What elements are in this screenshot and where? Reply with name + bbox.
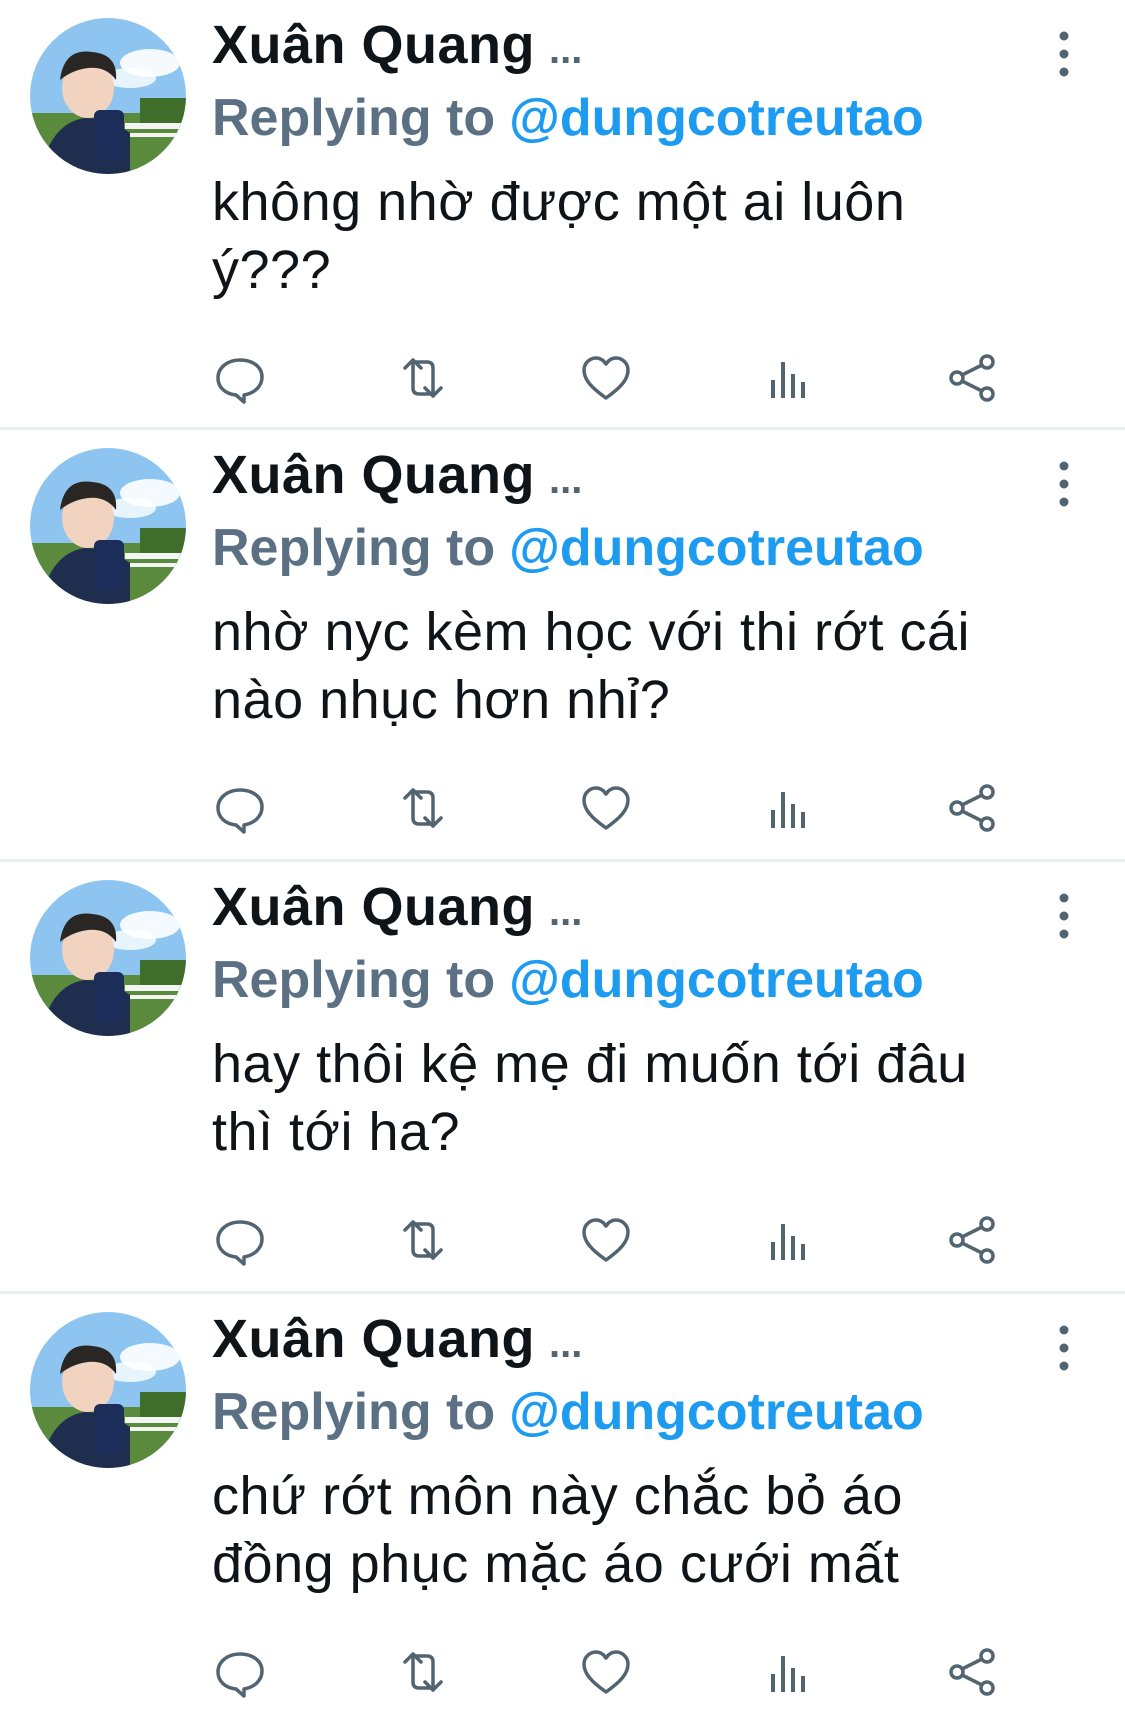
heart-icon[interactable] [578, 780, 634, 836]
reply-handle-link[interactable]: @dungcotreutao [509, 519, 924, 577]
tweet-text-line: thì tới ha? [212, 1102, 461, 1162]
heart-icon[interactable] [578, 350, 634, 406]
avatar[interactable] [30, 1312, 186, 1468]
replying-label: Replying to [212, 951, 496, 1009]
author-name[interactable]: Xuân Quang [212, 877, 535, 937]
tweet-text: nhờ nyc kèm học với thi rớt cái nào nhục… [212, 598, 1092, 734]
avatar[interactable] [30, 18, 186, 174]
analytics-icon[interactable] [761, 1212, 817, 1268]
avatar[interactable] [30, 448, 186, 604]
action-bar [212, 1644, 1002, 1700]
tweet-text: chứ rớt môn này chắc bỏ áo đồng phục mặc… [212, 1462, 1092, 1598]
replying-to: Replying to @dungcotreutao [212, 1382, 924, 1442]
tweet-text-line: nhờ nyc kèm học với thi rớt cái [212, 602, 970, 662]
reply-handle-link[interactable]: @dungcotreutao [509, 89, 924, 147]
reply-icon[interactable] [212, 780, 268, 836]
heart-icon[interactable] [578, 1644, 634, 1700]
action-bar [212, 350, 1002, 406]
username-truncation: ... [549, 890, 583, 934]
tweet-text-line: chứ rớt môn này chắc bỏ áo [212, 1466, 903, 1526]
replying-to: Replying to @dungcotreutao [212, 950, 924, 1010]
tweet-card[interactable]: Xuân Quang... Replying to @dungcotreutao … [0, 0, 1125, 420]
more-vertical-icon[interactable] [1053, 1324, 1075, 1372]
tweet-card[interactable]: Xuân Quang... Replying to @dungcotreutao … [0, 859, 1125, 1282]
reply-icon[interactable] [212, 1644, 268, 1700]
analytics-icon[interactable] [761, 1644, 817, 1700]
replying-label: Replying to [212, 519, 496, 577]
tweet-text: hay thôi kệ mẹ đi muốn tới đâu thì tới h… [212, 1030, 1092, 1166]
reply-handle-link[interactable]: @dungcotreutao [509, 951, 924, 1009]
username-truncation: ... [549, 458, 583, 502]
username-truncation: ... [549, 1322, 583, 1366]
username-truncation: ... [549, 28, 583, 72]
avatar[interactable] [30, 880, 186, 1036]
more-vertical-icon[interactable] [1053, 30, 1075, 78]
tweet-card[interactable]: Xuân Quang... Replying to @dungcotreutao … [0, 427, 1125, 850]
replying-to: Replying to @dungcotreutao [212, 88, 924, 148]
author-name[interactable]: Xuân Quang [212, 445, 535, 505]
reply-handle-link[interactable]: @dungcotreutao [509, 1383, 924, 1441]
action-bar [212, 780, 1002, 836]
reply-icon[interactable] [212, 1212, 268, 1268]
analytics-icon[interactable] [761, 780, 817, 836]
more-vertical-icon[interactable] [1053, 460, 1075, 508]
action-bar [212, 1212, 1002, 1268]
tweet-text-line: ý??? [212, 240, 332, 300]
retweet-icon[interactable] [395, 1212, 451, 1268]
author-name[interactable]: Xuân Quang [212, 1309, 535, 1369]
replying-label: Replying to [212, 1383, 496, 1441]
more-vertical-icon[interactable] [1053, 892, 1075, 940]
tweet-text: không nhờ được một ai luôn ý??? [212, 168, 1092, 304]
tweet-feed: Xuân Quang... Replying to @dungcotreutao … [0, 0, 1125, 1723]
author-name[interactable]: Xuân Quang [212, 15, 535, 75]
retweet-icon[interactable] [395, 1644, 451, 1700]
reply-icon[interactable] [212, 350, 268, 406]
tweet-header: Xuân Quang... [212, 14, 582, 76]
replying-label: Replying to [212, 89, 496, 147]
tweet-header: Xuân Quang... [212, 444, 582, 506]
tweet-card[interactable]: Xuân Quang... Replying to @dungcotreutao … [0, 1291, 1125, 1714]
share-icon[interactable] [945, 350, 1001, 406]
analytics-icon[interactable] [761, 350, 817, 406]
tweet-text-line: nào nhục hơn nhỉ? [212, 670, 671, 730]
retweet-icon[interactable] [395, 780, 451, 836]
tweet-text-line: hay thôi kệ mẹ đi muốn tới đâu [212, 1034, 968, 1094]
retweet-icon[interactable] [395, 350, 451, 406]
heart-icon[interactable] [578, 1212, 634, 1268]
share-icon[interactable] [945, 1644, 1001, 1700]
share-icon[interactable] [945, 780, 1001, 836]
tweet-text-line: không nhờ được một ai luôn [212, 172, 906, 232]
tweet-text-line: đồng phục mặc áo cưới mất [212, 1534, 900, 1594]
share-icon[interactable] [945, 1212, 1001, 1268]
tweet-header: Xuân Quang... [212, 1308, 582, 1370]
replying-to: Replying to @dungcotreutao [212, 518, 924, 578]
tweet-header: Xuân Quang... [212, 876, 582, 938]
